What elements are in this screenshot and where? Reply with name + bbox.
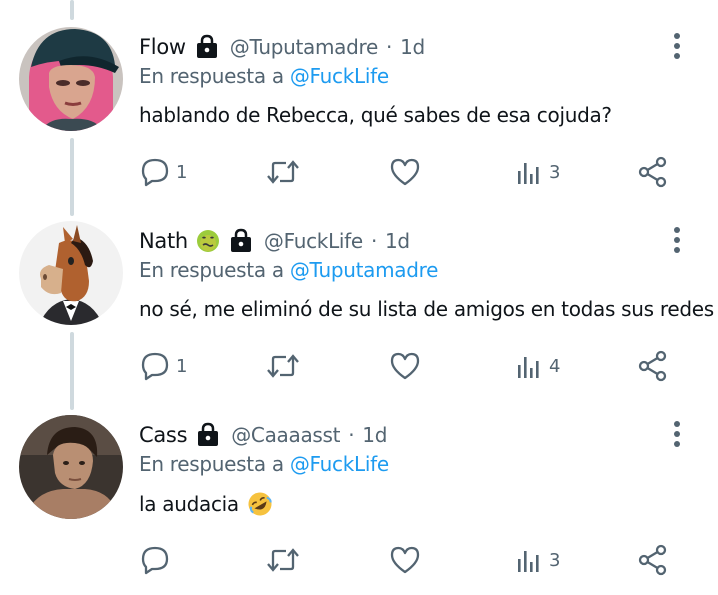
retweet-button[interactable] <box>266 349 300 383</box>
rolling-on-floor-laughing-emoji <box>247 491 273 517</box>
heart-icon <box>390 352 420 380</box>
tweet-header: Cass @Caaaasst · 1d <box>139 420 387 450</box>
views-button[interactable]: 4 <box>515 349 560 383</box>
share-button[interactable] <box>637 349 669 383</box>
reply-icon <box>141 158 169 187</box>
user-handle[interactable]: @Caaaasst <box>231 423 340 447</box>
tweet-text: hablando de Rebecca, qué sabes de esa co… <box>139 103 612 127</box>
action-bar: 3 <box>0 543 718 577</box>
replying-to: En respuesta a @Tuputamadre <box>139 258 438 282</box>
reply-icon <box>141 352 169 381</box>
reply-button[interactable]: 1 <box>140 349 187 383</box>
action-bar: 1 4 <box>0 349 718 383</box>
share-button[interactable] <box>637 543 669 577</box>
share-icon <box>638 350 667 382</box>
views-button[interactable]: 3 <box>515 543 560 577</box>
tweet-text-content: la audacia <box>139 492 239 516</box>
reply-mention-link[interactable]: @FuckLife <box>290 452 389 476</box>
tweet-text: no sé, me eliminó de su lista de amigos … <box>139 297 714 321</box>
avatar[interactable] <box>19 415 123 519</box>
more-vertical-icon[interactable] <box>667 420 687 448</box>
views-icon <box>518 551 539 572</box>
reply-button[interactable] <box>140 543 176 577</box>
nauseated-face-emoji <box>196 229 220 253</box>
replying-label: En respuesta a <box>139 258 284 282</box>
avatar[interactable] <box>19 27 123 131</box>
retweet-icon <box>267 548 299 572</box>
action-bar: 1 3 <box>0 155 718 189</box>
more-vertical-icon[interactable] <box>667 32 687 60</box>
timestamp[interactable]: 1d <box>385 229 410 253</box>
retweet-button[interactable] <box>266 155 300 189</box>
lock-icon <box>194 34 220 60</box>
heart-icon <box>390 546 420 574</box>
display-name[interactable]: Cass <box>139 423 188 447</box>
reply-count: 1 <box>176 355 188 377</box>
reply-mention-link[interactable]: @FuckLife <box>290 64 389 88</box>
lock-icon <box>228 228 254 254</box>
views-button[interactable]: 3 <box>515 155 560 189</box>
tweet-text: la audacia <box>139 491 273 517</box>
separator-dot: · <box>348 423 355 447</box>
display-name[interactable]: Flow <box>139 35 186 59</box>
share-button[interactable] <box>637 155 669 189</box>
like-button[interactable] <box>389 543 421 577</box>
like-button[interactable] <box>389 155 421 189</box>
separator-dot: · <box>370 229 377 253</box>
heart-icon <box>390 158 420 186</box>
separator-dot: · <box>386 35 393 59</box>
reply-mention-link[interactable]: @Tuputamadre <box>290 258 439 282</box>
like-button[interactable] <box>389 349 421 383</box>
tweet-header: Flow @Tuputamadre · 1d <box>139 32 425 62</box>
retweet-icon <box>267 354 299 378</box>
tweet-reply[interactable]: Nath @FuckLife · 1d En respuesta a @Tupu… <box>0 194 718 389</box>
reply-icon <box>141 546 169 575</box>
views-count: 4 <box>549 355 561 377</box>
replying-label: En respuesta a <box>139 452 284 476</box>
lock-icon <box>195 422 221 448</box>
views-count: 3 <box>549 549 561 571</box>
tweet-text-content: hablando de Rebecca, qué sabes de esa co… <box>139 103 612 127</box>
reply-count: 1 <box>176 161 188 183</box>
reply-button[interactable]: 1 <box>140 155 187 189</box>
tweet-header: Nath @FuckLife · 1d <box>139 226 410 256</box>
tweet-reply[interactable]: Flow @Tuputamadre · 1d En respuesta a @F… <box>0 0 718 195</box>
replying-to: En respuesta a @FuckLife <box>139 452 389 476</box>
replying-to: En respuesta a @FuckLife <box>139 64 389 88</box>
timestamp[interactable]: 1d <box>400 35 425 59</box>
tweet-reply[interactable]: Cass @Caaaasst · 1d En respuesta a @Fuck… <box>0 388 718 583</box>
display-name[interactable]: Nath <box>139 229 188 253</box>
user-handle[interactable]: @FuckLife <box>264 229 363 253</box>
retweet-button[interactable] <box>266 543 300 577</box>
views-count: 3 <box>549 161 561 183</box>
user-handle[interactable]: @Tuputamadre <box>230 35 379 59</box>
views-icon <box>518 163 539 184</box>
avatar[interactable] <box>19 221 123 325</box>
retweet-icon <box>267 160 299 184</box>
views-icon <box>518 357 539 378</box>
share-icon <box>638 156 667 188</box>
replying-label: En respuesta a <box>139 64 284 88</box>
tweet-text-content: no sé, me eliminó de su lista de amigos … <box>139 297 714 321</box>
timestamp[interactable]: 1d <box>362 423 387 447</box>
more-vertical-icon[interactable] <box>667 226 687 254</box>
share-icon <box>638 544 667 576</box>
